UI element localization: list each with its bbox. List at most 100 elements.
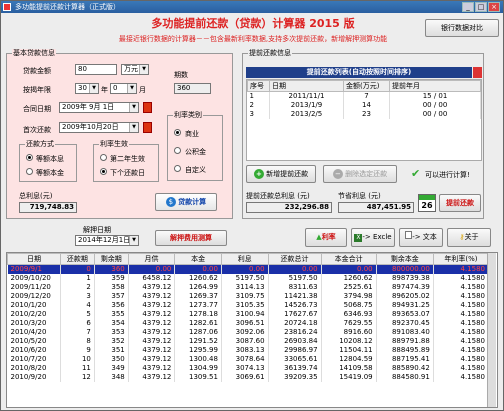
minimize-button[interactable]: _ bbox=[462, 2, 474, 12]
schedule-cell: 1295.99 bbox=[174, 345, 222, 355]
rate-fund-label: 公积金 bbox=[185, 148, 206, 156]
rate-commercial-radio[interactable] bbox=[174, 129, 181, 136]
prepay-row[interactable]: 1 2011/11/1 7 15 / 01 bbox=[247, 91, 481, 101]
period-count-field: 360 bbox=[174, 83, 211, 94]
schedule-row[interactable]: 2009/11/20 2 358 4379.12 1264.99 3114.13 8311.… bbox=[7, 282, 490, 292]
loan-amount-input[interactable]: 80 bbox=[75, 64, 117, 75]
compare-bank-data-button[interactable]: 银行数据对比 bbox=[425, 19, 499, 37]
schedule-column-header[interactable]: 还款期 bbox=[59, 253, 95, 265]
first-payment-date-picker[interactable]: 2009年10月20日 ▼ bbox=[59, 122, 139, 133]
first-payment-marker-icon[interactable] bbox=[143, 122, 152, 133]
schedule-cell: 354 bbox=[94, 318, 129, 328]
schedule-cell: 898739.38 bbox=[376, 273, 434, 283]
schedule-row[interactable]: 2010/7/20 10 350 4379.12 1300.48 3078.64 33065… bbox=[7, 354, 490, 364]
prepay-cell: 7 bbox=[343, 91, 390, 101]
prepay-row[interactable]: 3 2013/2/5 23 00 / 00 bbox=[247, 109, 481, 119]
schedule-row[interactable]: 2010/3/20 6 354 4379.12 1282.61 3096.51 20724.… bbox=[7, 318, 490, 328]
schedule-cell: 14109.58 bbox=[321, 363, 377, 373]
prepay-list-close-icon[interactable] bbox=[473, 67, 482, 78]
schedule-cell: 1273.77 bbox=[174, 300, 222, 310]
schedule-column-header[interactable]: 本金 bbox=[174, 253, 222, 265]
years-select[interactable]: 30 ▼ bbox=[75, 83, 99, 94]
release-date-picker[interactable]: 2014年12月1日 ▼ bbox=[75, 235, 139, 246]
schedule-column-header[interactable]: 还款总计 bbox=[267, 253, 322, 265]
delete-prepay-button[interactable]: − 删除选定还款 bbox=[323, 165, 397, 183]
effective-next-payment-label: 下个还款日 bbox=[110, 169, 145, 177]
schedule-cell: 33065.61 bbox=[268, 354, 322, 364]
schedule-column-header[interactable]: 剩余期 bbox=[93, 253, 129, 265]
export-excel-label: -> Excle bbox=[362, 233, 392, 241]
schedule-cell: 10 bbox=[60, 354, 95, 364]
prepay-row[interactable]: 2 2013/1/9 14 00 / 00 bbox=[247, 100, 481, 110]
close-button[interactable]: × bbox=[488, 2, 500, 12]
schedule-column-header[interactable]: 年利率(%) bbox=[432, 253, 490, 265]
prepay-list-box: 序号 日期 金额(万元) 提前年月 1 2011/11/1 7 15 / 01 2 201… bbox=[246, 79, 482, 161]
rate-fund-radio[interactable] bbox=[174, 147, 181, 154]
schedule-row[interactable]: 2010/5/20 8 352 4379.12 1291.52 3087.60 26903.… bbox=[7, 336, 490, 346]
schedule-row[interactable]: 2010/8/20 11 349 4379.12 1304.99 3074.13 36139… bbox=[7, 363, 490, 373]
about-label: 关于 bbox=[464, 233, 479, 241]
schedule-cell: 348 bbox=[94, 372, 129, 382]
schedule-cell: 349 bbox=[94, 363, 129, 373]
about-button[interactable]: ⚷关于 bbox=[447, 228, 491, 247]
prepay-calc-button[interactable]: 提前还款 bbox=[439, 194, 481, 212]
schedule-cell: 355 bbox=[94, 309, 129, 319]
schedule-cell: 359 bbox=[94, 273, 129, 283]
schedule-cell: 8916.60 bbox=[321, 327, 377, 337]
schedule-row[interactable]: 2009/9/1 0 360 0.00 0.00 0.00 0.00 0.00 800000.0… bbox=[7, 264, 490, 274]
effective-next-year-label: 第二年生效 bbox=[110, 155, 145, 163]
schedule-cell: 10208.12 bbox=[321, 336, 377, 346]
schedule-cell: 4.1580 bbox=[433, 300, 490, 310]
export-excel-button[interactable]: X -> Excle bbox=[351, 228, 395, 247]
schedule-cell: 11504.11 bbox=[321, 345, 377, 355]
schedule-column-header[interactable]: 月供 bbox=[127, 253, 176, 265]
plus-icon: + bbox=[253, 169, 264, 179]
schedule-cell: 353 bbox=[94, 327, 129, 337]
schedule-row[interactable]: 2009/10/20 1 359 6458.12 1260.62 5197.50 5197.… bbox=[7, 273, 490, 283]
schedule-cell: 5 bbox=[60, 309, 95, 319]
loan-calc-button[interactable]: $ 贷款计算 bbox=[155, 193, 217, 211]
schedule-column-header[interactable]: 日期 bbox=[7, 253, 61, 265]
effective-next-year-radio[interactable] bbox=[100, 154, 107, 161]
schedule-cell: 4379.12 bbox=[128, 354, 176, 364]
unit-select[interactable]: 万元 ▼ bbox=[121, 64, 149, 75]
schedule-scrollbar[interactable] bbox=[487, 253, 496, 407]
months-select[interactable]: 0 ▼ bbox=[110, 83, 137, 94]
schedule-row[interactable]: 2009/12/20 3 357 4379.12 1269.37 3109.75 11421… bbox=[7, 291, 490, 301]
export-text-button[interactable]: -> 文本 bbox=[399, 228, 443, 247]
equal-installment-radio[interactable] bbox=[26, 154, 33, 161]
schedule-cell: 885890.42 bbox=[376, 363, 434, 373]
schedule-row[interactable]: 2010/2/20 5 355 4379.12 1278.18 3100.94 17627.… bbox=[7, 309, 490, 319]
schedule-cell: 2010/6/20 bbox=[7, 345, 61, 355]
total-interest-label: 总利息(元) bbox=[19, 192, 53, 200]
add-prepay-button[interactable]: + 新增提前还款 bbox=[246, 165, 316, 183]
col-prepay-period: 提前年月 bbox=[389, 80, 481, 92]
maximize-button[interactable]: □ bbox=[475, 2, 487, 12]
chevron-down-icon: ▼ bbox=[129, 123, 138, 132]
interest-rate-button[interactable]: ▲利率 bbox=[305, 228, 347, 247]
effective-next-payment-radio[interactable] bbox=[100, 168, 107, 175]
prepay-cell: 2013/2/5 bbox=[269, 109, 344, 119]
rate-commercial-label: 商业 bbox=[185, 130, 199, 138]
repay-method-label: 还款方式 bbox=[25, 140, 55, 148]
schedule-cell: 4.1580 bbox=[433, 273, 490, 283]
contract-date-marker-icon[interactable] bbox=[143, 102, 152, 113]
schedule-column-header[interactable]: 利息 bbox=[220, 253, 269, 265]
first-payment-label: 首次还款 bbox=[23, 126, 51, 134]
month-unit-label: 月 bbox=[139, 86, 146, 94]
schedule-cell: 3087.60 bbox=[221, 336, 269, 346]
schedule-column-header[interactable]: 剩余本金 bbox=[375, 253, 434, 265]
rate-custom-radio[interactable] bbox=[174, 165, 181, 172]
schedule-cell: 14526.73 bbox=[268, 300, 322, 310]
schedule-row[interactable]: 2010/6/20 9 351 4379.12 1295.99 3083.13 29986.… bbox=[7, 345, 490, 355]
schedule-cell: 17627.67 bbox=[268, 309, 322, 319]
contract-date-picker[interactable]: 2009年 9月 1日 ▼ bbox=[59, 102, 139, 113]
schedule-column-header[interactable]: 本金合计 bbox=[320, 253, 377, 265]
schedule-cell: 894931.25 bbox=[376, 300, 434, 310]
schedule-row[interactable]: 2010/1/20 4 356 4379.12 1273.77 3105.35 14526.… bbox=[7, 300, 490, 310]
release-cost-button[interactable]: 解押费用测算 bbox=[155, 230, 227, 246]
equal-principal-radio[interactable] bbox=[26, 168, 33, 175]
schedule-row[interactable]: 2010/4/20 7 353 4379.12 1287.06 3092.06 23816.… bbox=[7, 327, 490, 337]
chevron-down-icon: ▼ bbox=[89, 84, 98, 93]
schedule-row[interactable]: 2010/9/20 12 348 4379.12 1309.51 3069.61 39209… bbox=[7, 372, 490, 382]
